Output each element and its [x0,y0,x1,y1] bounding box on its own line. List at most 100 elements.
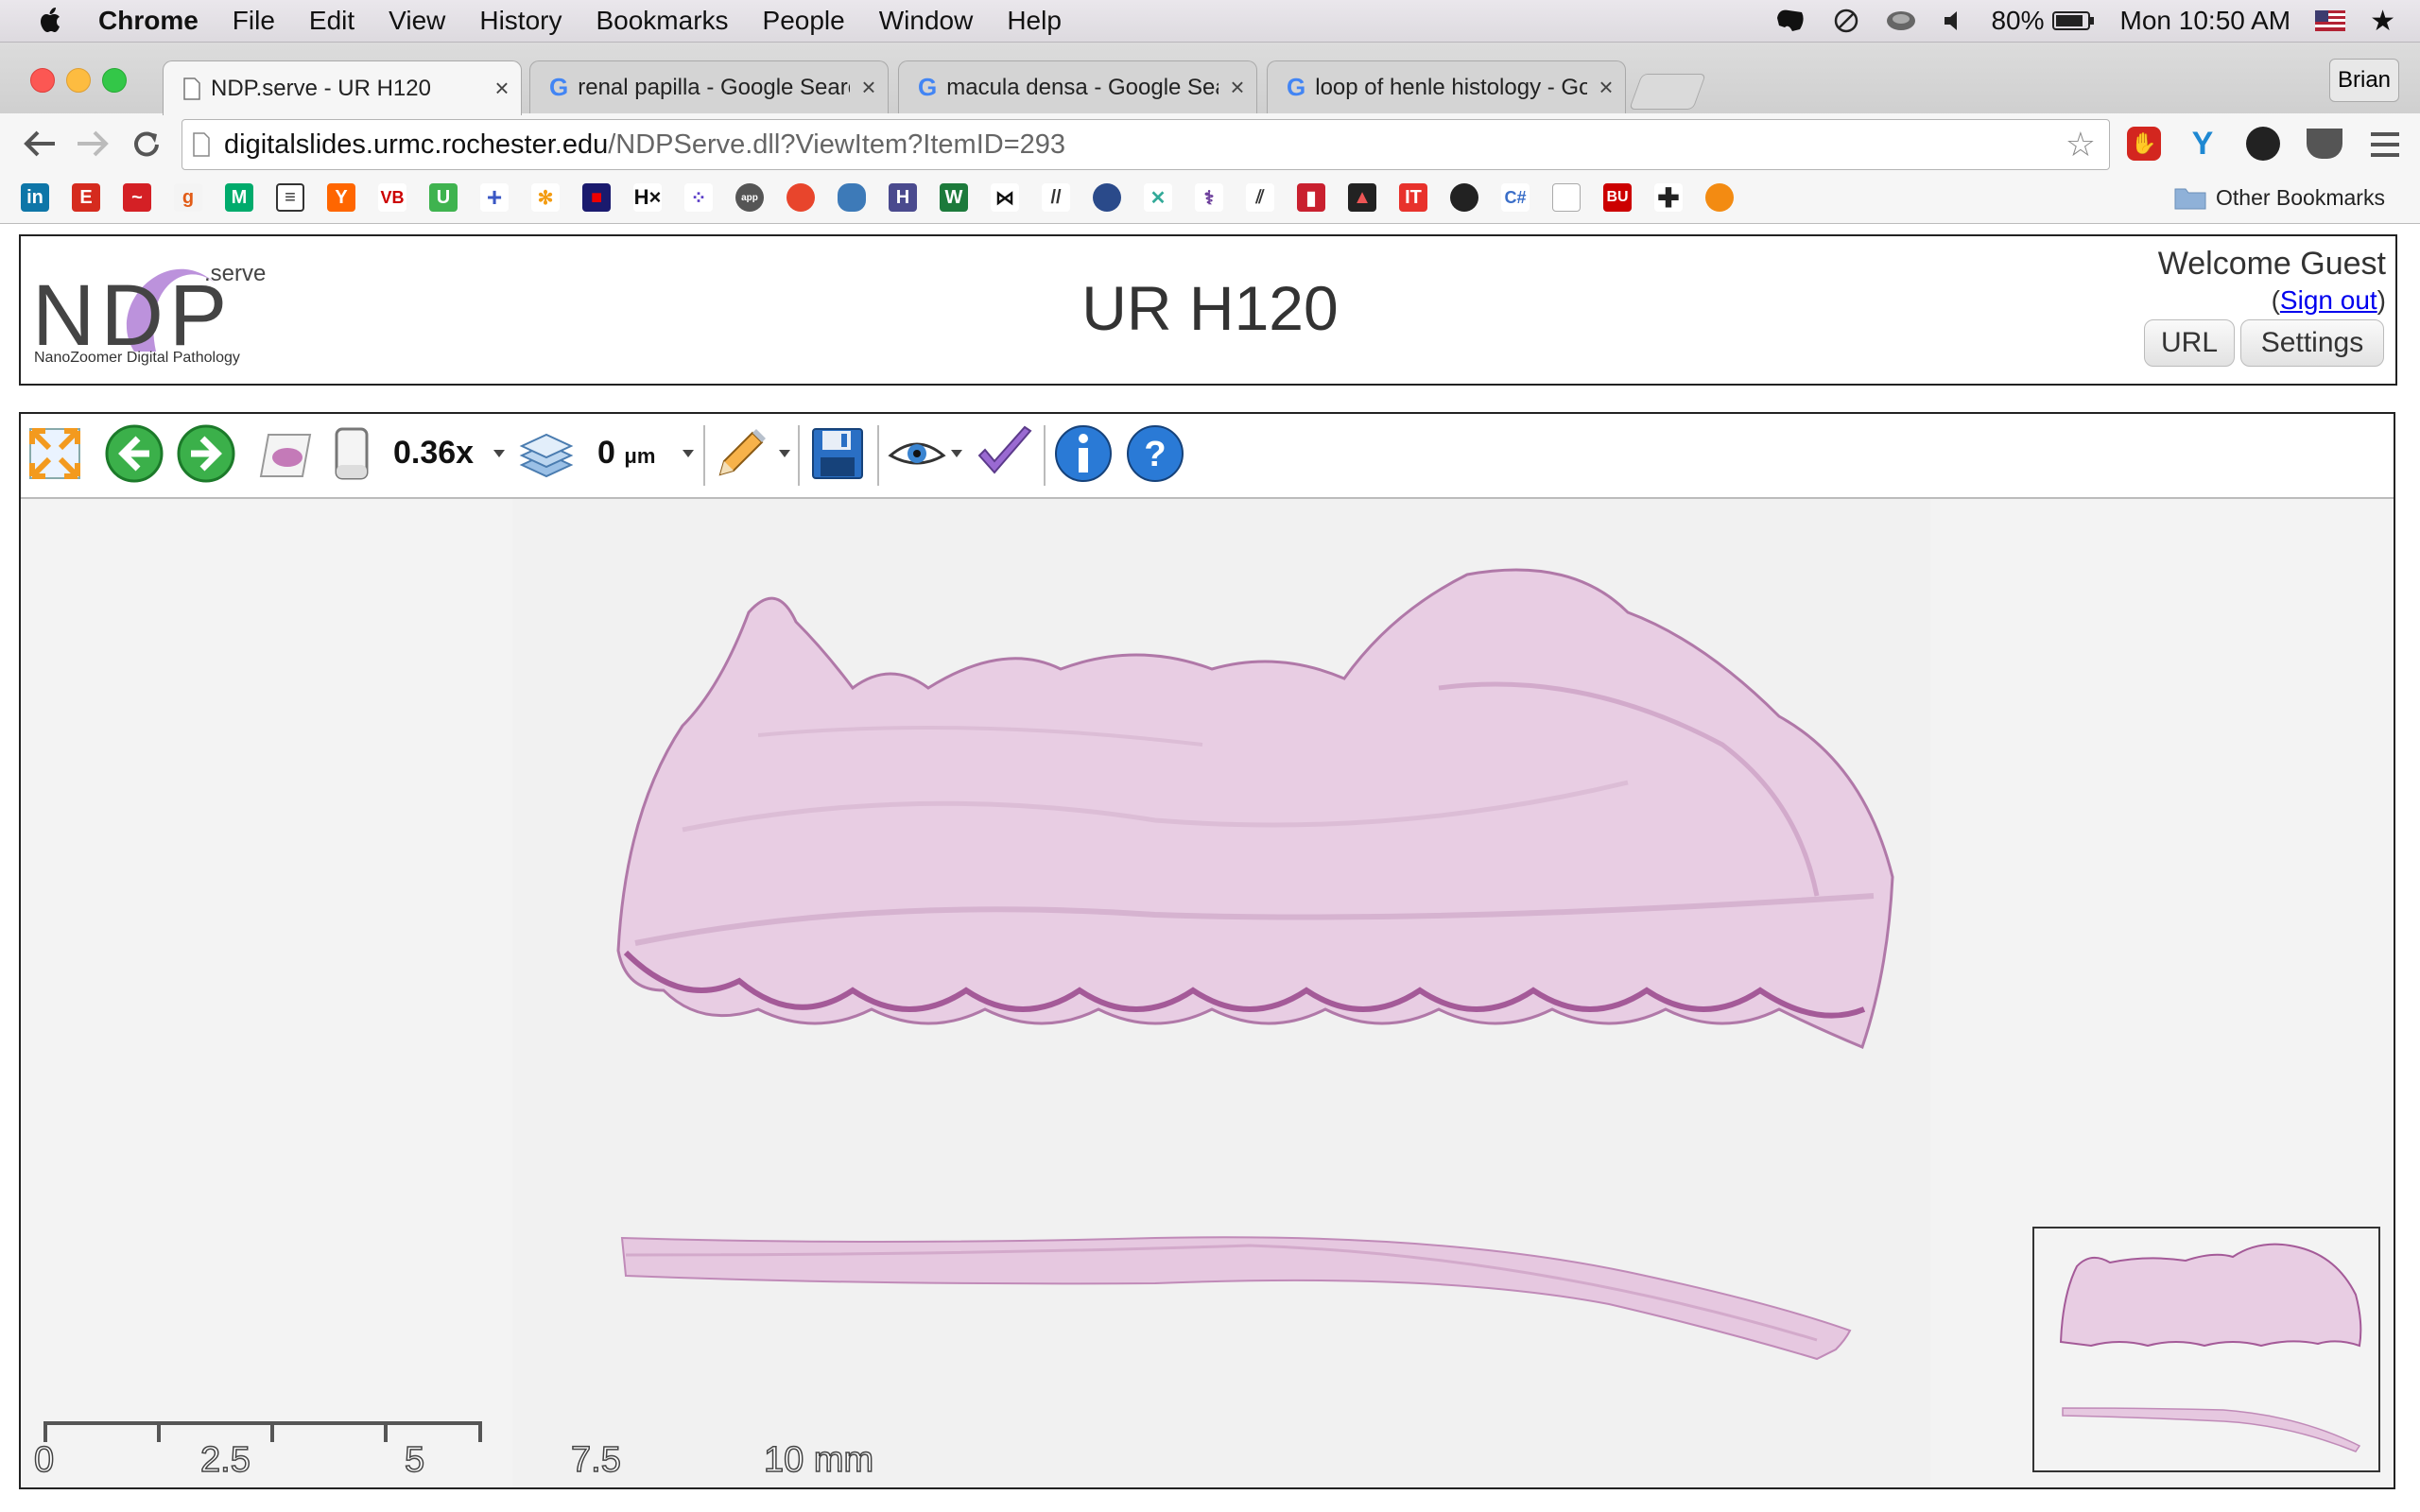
notification-star-icon[interactable]: ★ [2370,5,2395,38]
forward-arrow-icon[interactable] [176,423,236,484]
database-icon[interactable] [838,183,866,212]
menu-people[interactable]: People [763,6,845,36]
wifi-icon[interactable] [1885,8,1917,34]
medium-icon[interactable]: M [225,183,253,212]
forward-icon[interactable] [76,129,110,159]
octopus-icon[interactable] [1093,183,1121,212]
volume-icon[interactable] [1942,9,1966,33]
u-icon[interactable]: U [429,183,458,212]
extension-y-icon[interactable]: Y [2186,126,2220,162]
tab-renal-papilla[interactable]: G renal papilla - Google Search × [529,60,889,113]
tab-loop-of-henle[interactable]: G loop of henle histology - Google Searc… [1267,60,1626,113]
settings-button[interactable]: Settings [2240,319,2384,367]
menu-window[interactable]: Window [879,6,974,36]
url-button[interactable]: URL [2144,319,2235,367]
profile-button[interactable]: Brian [2329,59,2399,102]
sign-out-link[interactable]: Sign out [2280,285,2377,315]
cross-icon[interactable]: ✚ [1654,183,1683,213]
hexagon-icon[interactable] [1705,183,1734,212]
view-eye-icon[interactable] [887,423,947,484]
menu-bookmarks[interactable]: Bookmarks [596,6,728,36]
tomato-icon[interactable] [786,183,815,212]
focus-value[interactable]: 0 μm [597,435,655,472]
news-icon[interactable]: ≡ [276,183,304,212]
linkedin-icon[interactable]: in [21,183,49,212]
save-icon[interactable] [807,423,868,484]
zoom-dropdown-icon[interactable] [493,450,505,459]
app-press-icon[interactable]: app [735,183,764,212]
vb-icon[interactable]: VB [378,183,406,212]
stripes-icon[interactable]: // [1042,183,1070,212]
menu-history[interactable]: History [479,6,562,36]
bookmark-red-icon[interactable]: E [72,183,100,212]
close-tab-icon[interactable]: × [483,74,521,103]
menu-edit[interactable]: Edit [309,6,354,36]
blank-page-icon[interactable] [1552,183,1581,212]
dots-icon[interactable]: ⁘ [684,183,713,212]
close-window-button[interactable] [30,68,55,93]
fit-to-screen-icon[interactable] [25,423,85,484]
circle-face-icon[interactable] [1450,183,1478,212]
h-icon[interactable]: H [889,183,917,212]
help-icon[interactable]: ? [1125,423,1185,484]
focus-unit: μm [624,444,656,468]
new-tab-button[interactable] [1629,74,1706,110]
sparkle-icon[interactable]: ✕ [1144,183,1172,212]
pocket-icon[interactable] [2307,129,2342,159]
lines-icon[interactable]: ⫽ [1246,183,1274,212]
chrome-menu-icon[interactable] [2371,132,2399,157]
extension-elephant-icon[interactable] [2246,127,2280,161]
csharp-icon[interactable]: C# [1501,183,1530,212]
hacker-news-icon[interactable]: Y [327,183,355,212]
zoom-level[interactable]: 0.36x [393,435,474,472]
evernote-icon[interactable] [1773,7,1807,35]
sync-icon[interactable] [1832,7,1860,35]
close-tab-icon[interactable]: × [1587,73,1625,102]
feather-icon[interactable]: ⚕ [1195,183,1223,212]
goodreads-icon[interactable]: g [174,183,202,212]
page-icon [193,132,210,157]
layers-icon[interactable] [516,423,577,484]
back-icon[interactable] [23,129,57,159]
hx-icon[interactable]: H× [633,183,662,212]
annotation-dropdown-icon[interactable] [779,450,790,459]
thumbnail-navigator[interactable] [2032,1227,2380,1472]
info-icon[interactable] [1053,423,1114,484]
bottle-icon[interactable]: ▲ [1348,183,1376,212]
focus-dropdown-icon[interactable] [683,450,694,459]
view-dropdown-icon[interactable] [951,450,962,459]
menu-file[interactable]: File [233,6,275,36]
tab-ndp-serve[interactable]: NDP.serve - UR H120 × [163,60,522,115]
bookmark-star-icon[interactable]: ☆ [2066,125,2096,164]
battery-icon[interactable] [2051,9,2096,32]
plus-icon[interactable]: + [480,182,509,212]
w-icon[interactable]: W [940,183,968,212]
flag-us-icon[interactable] [2315,10,2346,31]
close-tab-icon[interactable]: × [850,73,888,102]
other-bookmarks[interactable]: Other Bookmarks [2174,181,2385,214]
slide-overview-icon[interactable] [255,423,316,484]
checkmark-icon[interactable] [974,423,1034,484]
clock[interactable]: Mon 10:50 AM [2120,6,2291,36]
bowtie-icon[interactable]: ⋈ [991,183,1019,212]
tab-macula-densa[interactable]: G macula densa - Google Search × [898,60,1257,113]
minimize-window-button[interactable] [66,68,91,93]
apple-icon[interactable] [36,6,66,36]
menu-view[interactable]: View [389,6,445,36]
adblock-icon[interactable]: ✋ [2127,127,2161,161]
pinwheel-icon[interactable]: ✻ [531,183,560,212]
bu-icon[interactable]: BU [1603,183,1632,212]
reload-icon[interactable] [130,129,163,161]
back-arrow-icon[interactable] [104,423,164,484]
menu-chrome[interactable]: Chrome [98,6,199,36]
it-icon[interactable]: IT [1399,183,1427,212]
slide-label-icon[interactable] [321,423,382,484]
bank-icon[interactable]: ~ [123,183,151,212]
address-bar[interactable]: digitalslides.urmc.rochester.edu/NDPServ… [182,119,2110,170]
zoom-window-button[interactable] [102,68,127,93]
annotation-pencil-icon[interactable] [711,423,771,484]
menu-help[interactable]: Help [1007,6,1062,36]
chart-icon[interactable]: ▮ [1297,183,1325,212]
close-tab-icon[interactable]: × [1219,73,1256,102]
grid-red-icon[interactable]: ■ [582,183,611,212]
